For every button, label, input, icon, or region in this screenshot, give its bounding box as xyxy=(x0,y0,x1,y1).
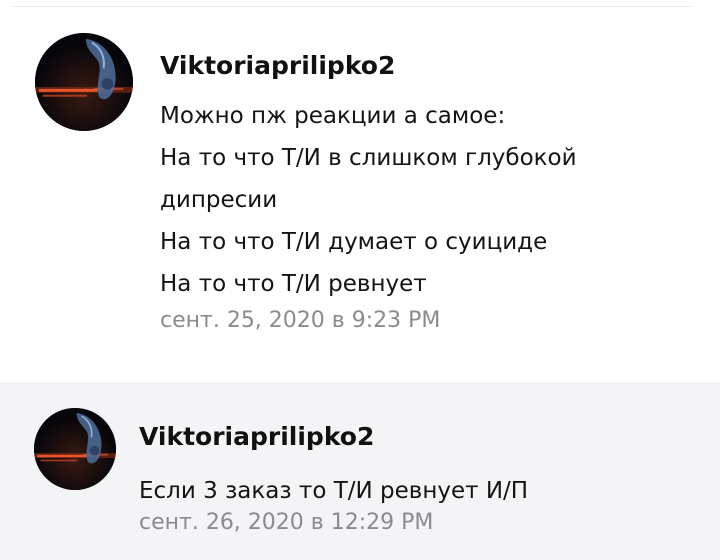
comment-text-line: Если 3 заказ то Т/И ревнует И/П xyxy=(139,478,529,504)
comment-text-line: Можно пж реакции а самое: xyxy=(160,103,506,129)
comment-text-line: дипресии xyxy=(160,187,278,213)
comment-item: Viktoriaprilipko2 Можно пж реакции а сам… xyxy=(0,7,720,382)
comment-item: Viktoriaprilipko2 Если 3 заказ то Т/И ре… xyxy=(0,382,720,560)
comment-text-line: На то что Т/И в слишком глубокой xyxy=(160,145,577,171)
comment-username[interactable]: Viktoriaprilipko2 xyxy=(160,51,395,80)
avatar-image xyxy=(34,408,116,490)
comment-timestamp: сент. 25, 2020 в 9:23 PM xyxy=(160,308,441,333)
night-city-avatar-icon[interactable] xyxy=(34,408,116,490)
comment-timestamp: сент. 26, 2020 в 12:29 PM xyxy=(139,510,434,535)
comment-text-line: На то что Т/И думает о суициде xyxy=(160,229,548,255)
avatar-image xyxy=(35,33,133,131)
comment-body: Можно пж реакции а самое: На то что Т/И … xyxy=(160,95,577,305)
comment-text-line: На то что Т/И ревнует xyxy=(160,271,427,297)
night-city-avatar-icon[interactable] xyxy=(35,33,133,131)
comment-username[interactable]: Viktoriaprilipko2 xyxy=(139,422,374,451)
comments-page: Viktoriaprilipko2 Можно пж реакции а сам… xyxy=(0,0,720,560)
comment-body: Если 3 заказ то Т/И ревнует И/П xyxy=(139,470,528,512)
